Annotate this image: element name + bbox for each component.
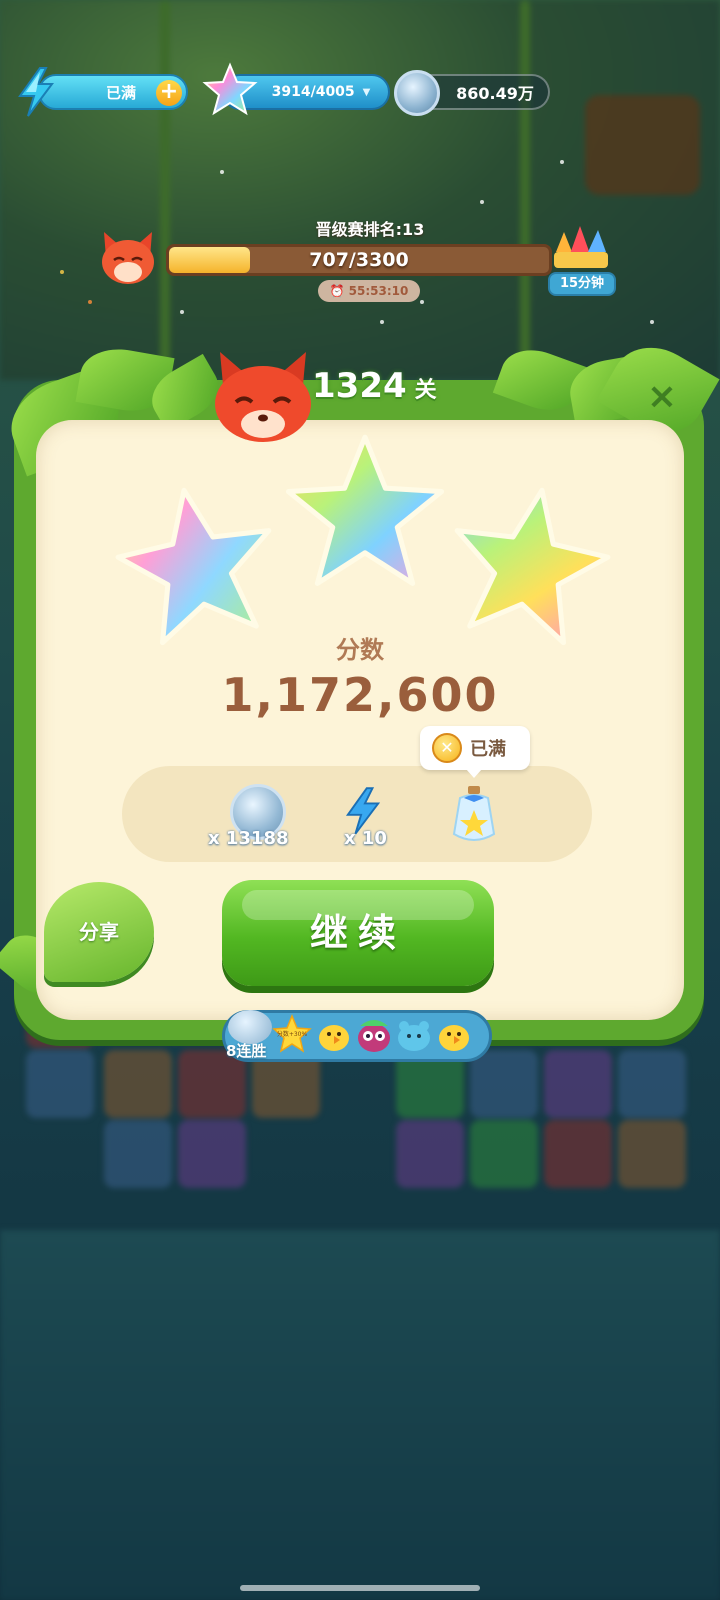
rank-timer: ⏰ 55:53:10 bbox=[318, 280, 420, 302]
clock-icon: ⏰ bbox=[329, 284, 345, 298]
rainbow-star-icon bbox=[202, 62, 258, 116]
fox-avatar-icon bbox=[102, 232, 154, 284]
rank-progress-bar: 707/3300 bbox=[166, 244, 552, 276]
firework-sparkle bbox=[88, 300, 92, 304]
score-value: 1,172,600 bbox=[221, 668, 499, 722]
chick-icon bbox=[319, 1025, 349, 1051]
vine bbox=[160, 0, 170, 380]
silver-coin-icon bbox=[228, 1010, 272, 1044]
board-tile bbox=[26, 1050, 94, 1118]
full-tag: ✕ 已满 bbox=[420, 726, 530, 778]
board-tile bbox=[618, 1120, 686, 1188]
gold-coin-icon: ✕ bbox=[432, 733, 462, 763]
add-energy-button[interactable]: + bbox=[156, 80, 182, 106]
firework-sparkle bbox=[420, 300, 424, 304]
firework-sparkle bbox=[180, 310, 184, 314]
rank-timer-text: 55:53:10 bbox=[348, 284, 409, 298]
rank-progress-text: 707/3300 bbox=[309, 249, 409, 271]
energy-reward-count: x 10 bbox=[344, 828, 387, 849]
coin-amount: 860.49万 bbox=[456, 84, 534, 103]
win-streak-label: 8连胜 bbox=[226, 1042, 267, 1060]
level-title: 1324 关 bbox=[312, 366, 437, 406]
board-tile bbox=[104, 1050, 172, 1118]
board-tile bbox=[104, 1120, 172, 1188]
wooden-sign bbox=[585, 95, 700, 195]
score-bonus-text: 分数+30% bbox=[277, 1030, 308, 1038]
owl-icon bbox=[358, 1020, 390, 1052]
firework-sparkle bbox=[60, 270, 64, 274]
board-tile bbox=[470, 1050, 538, 1118]
gem-timer-label: 15分钟 bbox=[548, 272, 616, 296]
board-tile bbox=[470, 1120, 538, 1188]
firework-sparkle bbox=[560, 160, 564, 164]
energy-bolt-icon bbox=[18, 67, 54, 117]
board-tile bbox=[618, 1050, 686, 1118]
blue-monster-icon bbox=[398, 1021, 430, 1051]
chevron-down-icon: ▼ bbox=[362, 86, 371, 98]
silver-coin-reward-count: x 13188 bbox=[208, 828, 289, 849]
water-background bbox=[0, 1230, 720, 1600]
board-tile bbox=[178, 1120, 246, 1188]
earned-star-2-icon bbox=[285, 434, 445, 586]
board-tile bbox=[544, 1120, 612, 1188]
firework-sparkle bbox=[480, 200, 484, 204]
close-button[interactable]: × bbox=[640, 376, 684, 420]
energy-status-text: 已满 bbox=[105, 83, 136, 102]
firework-sparkle bbox=[380, 320, 384, 324]
board-tile bbox=[396, 1120, 464, 1188]
silver-coin-icon bbox=[394, 70, 440, 116]
board-tile bbox=[544, 1050, 612, 1118]
full-tag-text: 已满 bbox=[470, 739, 506, 760]
star-progress-text: 3914/4005 bbox=[271, 84, 355, 100]
home-indicator[interactable] bbox=[240, 1585, 480, 1591]
score-bonus-star-icon: 分数+30% bbox=[272, 1014, 312, 1053]
gem-chest-icon[interactable] bbox=[548, 222, 614, 272]
star-jar-icon bbox=[452, 786, 496, 841]
continue-button[interactable]: 继续 bbox=[222, 880, 494, 986]
level-number: 1324 bbox=[312, 366, 407, 406]
earned-star-3-icon bbox=[454, 487, 611, 646]
level-suffix: 关 bbox=[414, 378, 437, 403]
share-button[interactable]: 分享 bbox=[44, 882, 154, 982]
firework-sparkle bbox=[650, 320, 654, 324]
firework-sparkle bbox=[220, 170, 224, 174]
score-label: 分数 bbox=[336, 636, 384, 664]
earned-star-1-icon bbox=[115, 487, 272, 646]
chick-icon bbox=[439, 1025, 469, 1051]
energy-counter[interactable]: 已满 + bbox=[38, 74, 188, 110]
promotion-rank-title: 晋级赛排名:13 bbox=[315, 220, 425, 239]
vine bbox=[520, 0, 530, 380]
